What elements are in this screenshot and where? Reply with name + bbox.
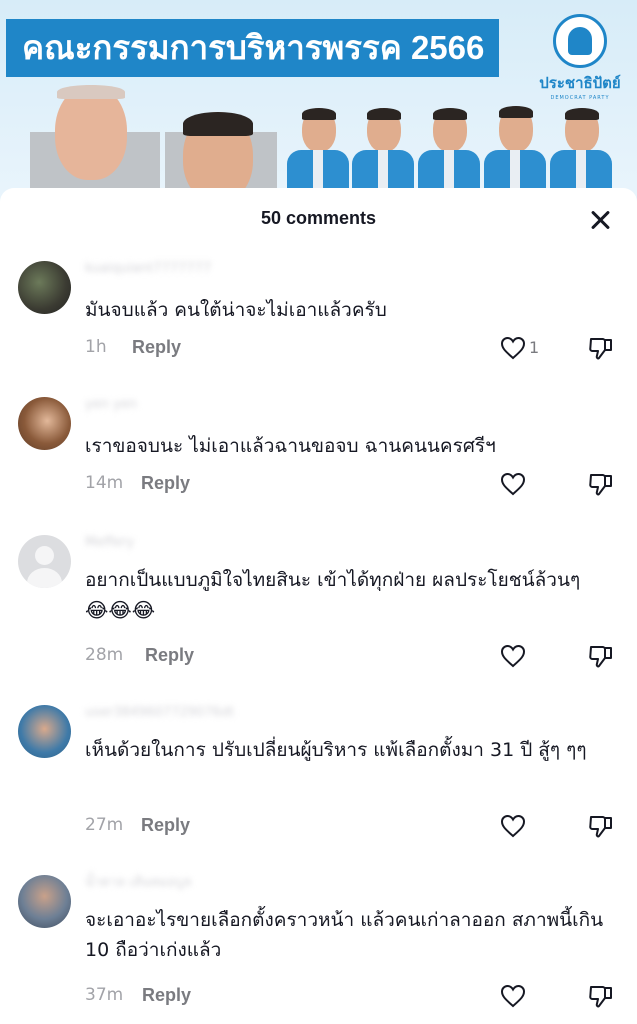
comments-sheet: 50 comments kuaiquiant7777777 มันจบแล้ว … [0, 188, 637, 1024]
reply-button[interactable]: Reply [145, 645, 194, 666]
thumbs-down-icon [589, 986, 612, 1008]
reply-button[interactable]: Reply [141, 815, 190, 836]
video-banner: คณะกรรมการบริหารพรรค 2566 ประชาธิปัตย์ D… [0, 0, 637, 210]
avatar[interactable] [18, 875, 71, 928]
avatar[interactable] [18, 261, 71, 314]
heart-outline-icon [500, 644, 526, 668]
comment-text: มันจบแล้ว คนใต้น่าจะไม่เอาแล้วครับ [85, 299, 387, 321]
like-count: 1 [529, 338, 540, 357]
like-button[interactable] [500, 472, 548, 498]
reply-button[interactable]: Reply [141, 473, 190, 494]
thumbs-down-icon [589, 816, 612, 838]
dislike-button[interactable] [588, 984, 614, 1010]
dislike-button[interactable] [588, 336, 614, 362]
comment-time: 14m [85, 473, 124, 493]
comments-count-title: 50 comments [260, 208, 377, 228]
avatar[interactable] [18, 705, 71, 758]
comment-text: อยากเป็นแบบภูมิใจไทยสินะ เข้าได้ทุกฝ่าย … [85, 565, 605, 626]
heart-outline-icon [500, 814, 526, 838]
dislike-button[interactable] [588, 644, 614, 670]
heart-outline-icon [500, 984, 526, 1008]
comment-username[interactable]: kuaiquiant7777777 [85, 260, 211, 278]
comment-time: 37m [85, 985, 124, 1005]
dislike-button[interactable] [588, 814, 614, 840]
laughing-emoji: 😂😂😂 [85, 598, 156, 622]
sheet-header: 50 comments [0, 188, 637, 252]
heart-outline-icon [500, 336, 526, 360]
comment-text: จะเอาอะไรขายเลือกตั้งคราวหน้า แล้วคนเก่า… [85, 909, 604, 961]
reply-button[interactable]: Reply [142, 985, 191, 1006]
comment-time: 27m [85, 815, 124, 835]
comment-text-body: อยากเป็นแบบภูมิใจไทยสินะ เข้าได้ทุกฝ่าย … [85, 569, 581, 591]
thumbs-down-icon [589, 338, 612, 360]
heart-outline-icon [500, 472, 526, 496]
comment-text: เห็นด้วยในการ ปรับเปลี่ยนผู้บริหาร แพ้เล… [85, 739, 587, 761]
like-button[interactable] [500, 814, 548, 840]
close-icon[interactable] [586, 206, 616, 236]
comment-username[interactable]: user3849607729076dt [85, 704, 234, 722]
banner-title: คณะกรรมการบริหารพรรค 2566 [6, 19, 499, 77]
like-button[interactable] [500, 984, 548, 1010]
comment-time: 1h [85, 337, 107, 357]
party-subtitle: DEMOCRAT PARTY [550, 95, 610, 101]
comment-username[interactable]: yen yen [85, 396, 137, 414]
avatar[interactable] [18, 397, 71, 450]
avatar[interactable] [18, 535, 71, 588]
party-name: ประชาธิปัตย์ [539, 75, 621, 92]
thumbs-down-icon [589, 474, 612, 496]
comment-text: เราขอจบนะ ไม่เอาแล้วฉานขอจบ ฉานคนนครศรีฯ [85, 435, 496, 457]
like-button[interactable]: 1 [500, 336, 548, 362]
dislike-button[interactable] [588, 472, 614, 498]
comment-username[interactable]: Meffery [85, 534, 134, 552]
like-button[interactable] [500, 644, 548, 670]
thumbs-down-icon [589, 646, 612, 668]
comment-username[interactable]: น้ำตาล เส้นหมอบูล [85, 874, 191, 892]
comment-time: 28m [85, 645, 124, 665]
reply-button[interactable]: Reply [132, 337, 181, 358]
party-emblem-icon [553, 14, 607, 68]
party-logo: ประชาธิปัตย์ DEMOCRAT PARTY [530, 14, 630, 104]
